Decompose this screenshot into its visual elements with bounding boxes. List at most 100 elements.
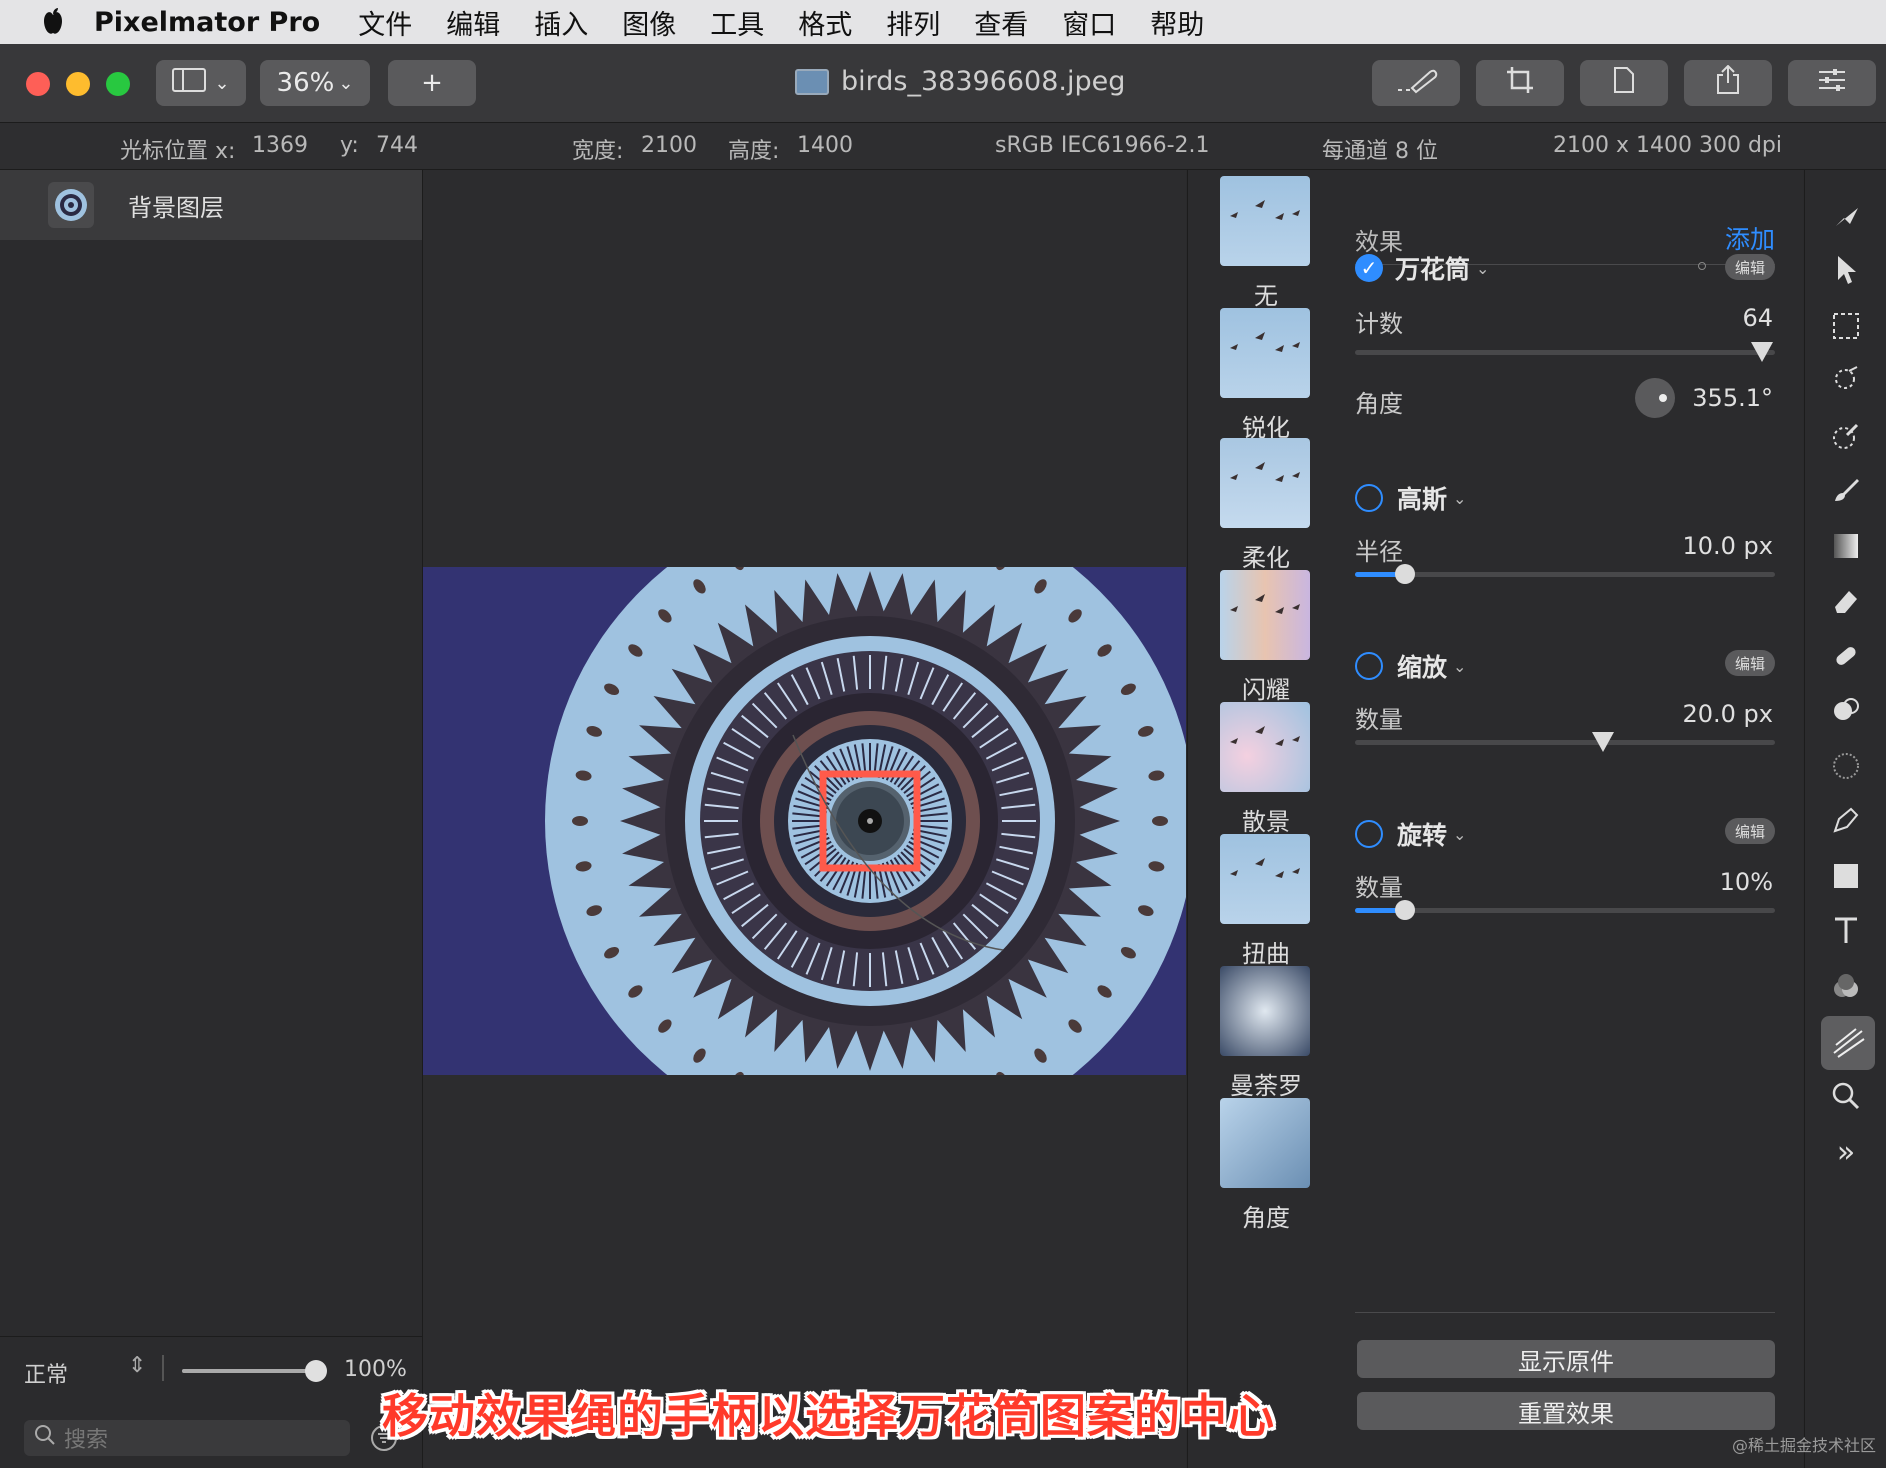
effect-settings-panel: 效果 添加 ✓ 万花筒 ⌄ 编辑 计数 64 角度 355.1° 高斯 ⌄ 半径… xyxy=(1343,170,1803,1468)
retouch-tool-icon[interactable] xyxy=(1826,636,1866,676)
twirl-amount-slider-knob[interactable] xyxy=(1395,900,1416,920)
radius-slider-knob[interactable] xyxy=(1395,564,1416,584)
type-tool-icon[interactable] xyxy=(1826,910,1866,950)
apple-menu-icon[interactable] xyxy=(40,7,94,37)
effect-thumbnail xyxy=(1220,966,1310,1056)
width-value: 2100 xyxy=(641,133,697,158)
zoom-select[interactable]: 36% ⌄ xyxy=(260,60,370,106)
twirl-name[interactable]: 旋转 xyxy=(1397,816,1447,852)
reset-effects-button[interactable]: 重置效果 xyxy=(1357,1392,1775,1430)
shape-tool-icon[interactable] xyxy=(1826,856,1866,896)
updown-chevron-icon[interactable]: ⇕ xyxy=(128,1353,146,1378)
blend-mode-select[interactable]: 正常 xyxy=(24,1357,68,1389)
eraser-tool-icon[interactable] xyxy=(1826,580,1866,620)
crop-icon xyxy=(1506,66,1534,101)
count-slider[interactable] xyxy=(1355,342,1775,362)
layer-row[interactable]: 背景图层 xyxy=(0,170,422,240)
zoom-window-button[interactable] xyxy=(106,72,130,96)
cursor-x-value: 1369 xyxy=(252,133,308,158)
format-button[interactable] xyxy=(1580,60,1668,106)
twirl-checkbox[interactable] xyxy=(1355,820,1383,848)
clone-tool-icon[interactable] xyxy=(1826,690,1866,730)
minimize-window-button[interactable] xyxy=(66,72,90,96)
share-button[interactable] xyxy=(1684,60,1772,106)
chevron-down-icon[interactable]: ⌄ xyxy=(1453,489,1466,508)
menu-window[interactable]: 窗口 xyxy=(1062,3,1116,42)
effect-preset-0[interactable]: 无 xyxy=(1220,176,1312,311)
layer-search-field[interactable]: 搜索 xyxy=(24,1420,350,1456)
zoom-checkbox[interactable] xyxy=(1355,652,1383,680)
opacity-slider[interactable] xyxy=(182,1360,327,1382)
adjust-button[interactable] xyxy=(1788,60,1876,106)
add-button[interactable]: + xyxy=(388,60,476,106)
arrange-tool-icon[interactable] xyxy=(1826,250,1866,290)
pen-tool-icon[interactable] xyxy=(1826,800,1866,840)
pixelate-tool-icon[interactable] xyxy=(1826,746,1866,786)
effect-preset-2[interactable]: 柔化 xyxy=(1220,438,1312,573)
zoom-amount-value: 20.0 px xyxy=(1682,700,1773,728)
effect-preset-3[interactable]: 闪耀 xyxy=(1220,570,1312,705)
sidebar-toggle-button[interactable]: ⌄ xyxy=(156,60,246,106)
menu-edit[interactable]: 编辑 xyxy=(446,3,500,42)
effect-preset-7[interactable]: 角度 xyxy=(1220,1098,1312,1233)
close-window-button[interactable] xyxy=(26,72,50,96)
menu-view[interactable]: 查看 xyxy=(974,3,1028,42)
kaleidoscope-name[interactable]: 万花筒 xyxy=(1395,250,1470,286)
kaleidoscope-edit-button[interactable]: 编辑 xyxy=(1725,254,1775,280)
layer-thumbnail xyxy=(48,182,94,228)
chevron-down-icon[interactable]: ⌄ xyxy=(1453,825,1466,844)
zoom-name[interactable]: 缩放 xyxy=(1397,648,1447,684)
document-title: birds_38396608.jpeg xyxy=(795,66,1125,97)
effect-preset-1[interactable]: 锐化 xyxy=(1220,308,1312,443)
more-tools-icon[interactable]: » xyxy=(1826,1132,1866,1172)
zoom-amount-slider-knob[interactable] xyxy=(1591,732,1614,752)
selection-tool-icon[interactable] xyxy=(1826,306,1866,346)
rope-handle-dot[interactable] xyxy=(1698,262,1706,270)
paint-brush-icon[interactable] xyxy=(1826,470,1866,510)
image-file-icon xyxy=(795,68,829,95)
menu-arrange[interactable]: 排列 xyxy=(886,3,940,42)
effects-tool-icon[interactable] xyxy=(1821,1016,1875,1070)
menu-image[interactable]: 图像 xyxy=(622,3,676,42)
effect-preset-5[interactable]: 扭曲 xyxy=(1220,834,1312,969)
resolution: 2100 x 1400 300 dpi xyxy=(1553,133,1783,158)
show-original-button[interactable]: 显示原件 xyxy=(1357,1340,1775,1378)
effects-rope[interactable] xyxy=(423,170,1186,1468)
canvas-area[interactable] xyxy=(423,170,1186,1468)
menu-file[interactable]: 文件 xyxy=(358,3,412,42)
add-effect-button[interactable]: 添加 xyxy=(1725,220,1775,256)
quick-selection-icon[interactable] xyxy=(1826,360,1866,400)
menu-tools[interactable]: 工具 xyxy=(710,3,764,42)
count-slider-knob[interactable] xyxy=(1751,342,1774,362)
menu-help[interactable]: 帮助 xyxy=(1150,3,1204,42)
effects-rope-button[interactable] xyxy=(1372,60,1460,106)
menu-format[interactable]: 格式 xyxy=(798,3,852,42)
effect-preset-4[interactable]: 散景 xyxy=(1220,702,1312,837)
chevron-down-icon[interactable]: ⌄ xyxy=(1453,657,1466,676)
color-adjust-icon[interactable] xyxy=(1826,966,1866,1006)
gaussian-effect-row: 高斯 ⌄ xyxy=(1355,480,1466,516)
crop-button[interactable] xyxy=(1476,60,1564,106)
angle-dial-indicator xyxy=(1659,394,1667,402)
opacity-slider-knob[interactable] xyxy=(305,1360,327,1382)
angle-dial[interactable] xyxy=(1635,378,1675,418)
effect-preset-6[interactable]: 曼荼罗 xyxy=(1220,966,1312,1101)
gradient-tool-icon[interactable] xyxy=(1826,526,1866,566)
menu-insert[interactable]: 插入 xyxy=(534,3,588,42)
gaussian-name[interactable]: 高斯 xyxy=(1397,480,1447,516)
radius-slider[interactable] xyxy=(1355,564,1775,584)
color-picker-icon[interactable] xyxy=(1826,416,1866,456)
zoom-edit-button[interactable]: 编辑 xyxy=(1725,650,1775,676)
zoom-tool-icon[interactable] xyxy=(1826,1076,1866,1116)
divider xyxy=(162,1355,164,1381)
opacity-slider-fill xyxy=(182,1369,316,1373)
chevron-down-icon[interactable]: ⌄ xyxy=(1476,259,1489,278)
style-tool-icon[interactable] xyxy=(1826,196,1866,236)
zoom-amount-slider[interactable] xyxy=(1355,732,1775,752)
twirl-edit-button[interactable]: 编辑 xyxy=(1725,818,1775,844)
kaleidoscope-checkbox[interactable]: ✓ xyxy=(1355,254,1383,282)
twirl-amount-slider[interactable] xyxy=(1355,900,1775,920)
app-menu[interactable]: Pixelmator Pro xyxy=(94,7,320,38)
gaussian-checkbox[interactable] xyxy=(1355,484,1383,512)
search-placeholder: 搜索 xyxy=(64,1428,109,1453)
